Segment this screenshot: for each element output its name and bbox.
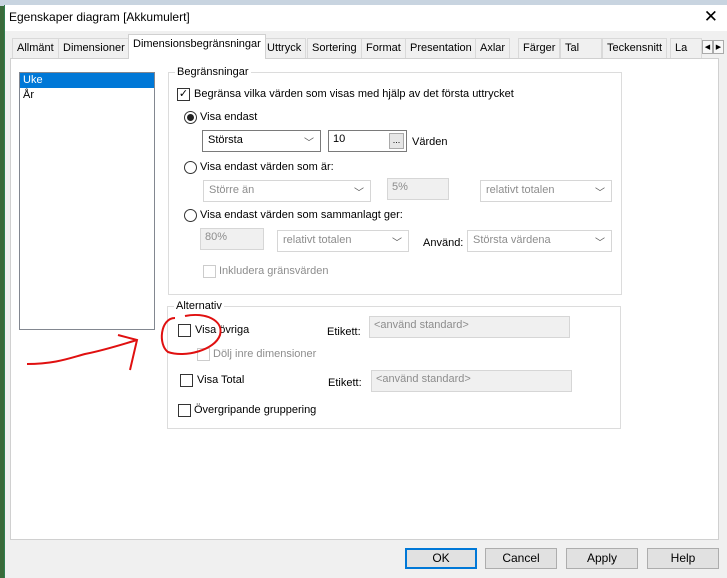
help-button[interactable]: Help (647, 548, 719, 569)
label1-input[interactable]: <använd standard> (369, 316, 570, 338)
tab-scroll-right-icon[interactable]: ▶ (713, 40, 724, 54)
use-value: Största värdena (473, 234, 551, 246)
label2-placeholder: <använd standard> (376, 373, 471, 385)
restrict-label: Begränsa vilka värden som visas med hjäl… (194, 88, 514, 100)
chevron-down-icon: ﹀ (392, 238, 402, 249)
relative1-select[interactable]: relativt totalen ﹀ (480, 180, 612, 202)
window-title: Egenskaper diagram [Akkumulert] (9, 10, 190, 24)
tab-teckensnitt[interactable]: Teckensnitt (602, 38, 668, 58)
ok-button[interactable]: OK (405, 548, 477, 569)
tab-la[interactable]: La (670, 38, 702, 58)
chevron-down-icon: ﹀ (354, 188, 364, 199)
label2-label: Etikett: (328, 377, 362, 389)
show-others-checkbox[interactable] (178, 324, 191, 337)
chevron-down-icon: ﹀ (595, 238, 605, 249)
show-only-label: Visa endast (200, 111, 258, 123)
relative2-value: relativt totalen (283, 234, 352, 246)
show-only-values-radio[interactable] (184, 161, 197, 174)
include-limits-label: Inkludera gränsvärden (219, 265, 329, 277)
show-others-label: Visa övriga (195, 324, 250, 336)
values-label: Värden (412, 136, 448, 148)
tab-uttryck[interactable]: Uttryck (262, 38, 307, 58)
relative1-value: relativt totalen (486, 184, 555, 196)
show-only-count-value: 10 (333, 133, 346, 145)
global-grouping-checkbox[interactable] (178, 404, 191, 417)
show-total-label: Visa Total (197, 374, 245, 386)
show-only-radio[interactable] (184, 111, 197, 124)
tab-dimensioner[interactable]: Dimensioner (58, 38, 130, 58)
relative2-select[interactable]: relativt totalen ﹀ (277, 230, 409, 252)
show-only-mode-value: Största (208, 134, 243, 146)
global-grouping-label: Övergripande gruppering (194, 404, 317, 416)
show-only-mode-select[interactable]: Största ﹀ (202, 130, 321, 152)
cancel-button[interactable]: Cancel (485, 548, 557, 569)
show-total-checkbox[interactable] (180, 374, 193, 387)
label1-label: Etikett: (327, 326, 361, 338)
title-bar: Egenskaper diagram [Akkumulert] ✕ (5, 5, 727, 31)
percent1-value: 5% (392, 181, 408, 193)
percent2-input[interactable]: 80% (200, 228, 264, 250)
list-item[interactable]: År (20, 88, 154, 103)
include-limits-checkbox[interactable] (203, 265, 216, 278)
restrict-checkbox[interactable]: ✓ (177, 88, 190, 101)
tab-dimensionsbegransningar[interactable]: Dimensionsbegränsningar (128, 34, 266, 59)
label2-input[interactable]: <använd standard> (371, 370, 572, 392)
list-item[interactable]: Uke (20, 73, 154, 88)
comparison-select[interactable]: Större än ﹀ (203, 180, 371, 202)
apply-button[interactable]: Apply (566, 548, 638, 569)
limits-legend: Begränsningar (177, 66, 249, 78)
tab-farger[interactable]: Färger (518, 38, 561, 58)
dimension-list[interactable]: Uke År (19, 72, 155, 330)
label1-placeholder: <använd standard> (374, 319, 469, 331)
tab-scroll-left-icon[interactable]: ◀ (702, 40, 713, 54)
percent2-value: 80% (205, 231, 228, 243)
tab-sortering[interactable]: Sortering (307, 38, 362, 58)
tab-presentation[interactable]: Presentation (405, 38, 477, 58)
tab-format[interactable]: Format (361, 38, 406, 58)
chevron-down-icon: ﹀ (304, 138, 314, 149)
tab-allmant[interactable]: Allmänt (12, 38, 59, 58)
accumulate-label: Visa endast värden som sammanlagt ger: (200, 209, 403, 221)
close-icon[interactable]: ✕ (704, 7, 718, 27)
accumulate-radio[interactable] (184, 209, 197, 222)
hide-inner-checkbox[interactable] (197, 348, 210, 361)
options-legend: Alternativ (176, 300, 222, 312)
tab-scroll-buttons: ◀ ▶ (702, 40, 724, 54)
show-only-values-label: Visa endast värden som är: (200, 161, 334, 173)
use-select[interactable]: Största värdena ﹀ (467, 230, 612, 252)
tab-tal[interactable]: Tal (560, 38, 602, 58)
tab-axlar[interactable]: Axlar (475, 38, 511, 58)
chevron-down-icon: ﹀ (595, 188, 605, 199)
comparison-value: Större än (209, 184, 255, 196)
ellipsis-button[interactable]: ... (389, 133, 404, 149)
percent1-input[interactable]: 5% (387, 178, 449, 200)
use-label: Använd: (423, 237, 464, 249)
hide-inner-label: Dölj inre dimensioner (213, 348, 317, 360)
